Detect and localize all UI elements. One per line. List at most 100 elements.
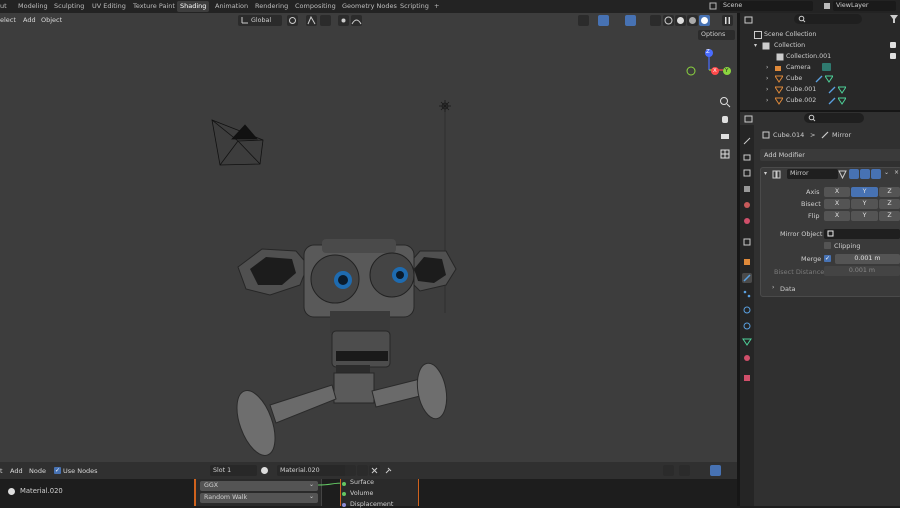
node-editor-canvas[interactable]: Material.020 GGX ⌄ Random Walk ⌄ Surface… — [0, 479, 740, 508]
options-dropdown[interactable]: Options — [698, 30, 735, 40]
expand-arrow-icon[interactable]: › — [766, 73, 768, 84]
viewport-display-icon[interactable] — [860, 169, 870, 179]
snap-toggle-icon[interactable] — [663, 465, 674, 476]
use-nodes-checkbox[interactable]: ✓ — [54, 467, 61, 474]
output-tab-icon[interactable] — [742, 168, 752, 178]
editor-type-icon[interactable] — [744, 15, 758, 27]
pause-render-icon[interactable] — [722, 15, 733, 26]
bisect-z-toggle[interactable]: Z — [879, 199, 900, 209]
3d-viewport[interactable] — [0, 13, 737, 462]
expand-arrow-icon[interactable]: › — [766, 84, 768, 95]
flip-z-toggle[interactable]: Z — [879, 211, 900, 221]
tab-uv-editing[interactable]: UV Editing — [89, 1, 129, 12]
distribution-dropdown[interactable]: GGX — [200, 481, 318, 491]
tab-geometry-nodes[interactable]: Geometry Nodes — [339, 1, 400, 12]
zoom-icon[interactable] — [719, 96, 731, 108]
constraints-tab-icon[interactable] — [742, 321, 752, 331]
tab-shading[interactable]: Shading — [177, 1, 210, 12]
area-divider[interactable] — [737, 479, 740, 506]
visibility-checkbox[interactable] — [890, 42, 896, 48]
outliner-row-cube-002[interactable]: › Cube.002 — [740, 95, 900, 106]
tab-rendering[interactable]: Rendering — [252, 1, 291, 12]
scene-selector[interactable]: Scene — [720, 1, 813, 11]
outliner-row-cube-001[interactable]: › Cube.001 — [740, 84, 900, 95]
unlink-material-icon[interactable] — [369, 465, 380, 476]
add-modifier-button[interactable]: Add Modifier — [760, 149, 900, 161]
add-workspace-button[interactable]: + — [431, 1, 442, 12]
object-menu[interactable]: Object — [41, 16, 62, 24]
expand-arrow-icon[interactable]: ▾ — [754, 40, 757, 51]
scene-tab-icon[interactable] — [742, 200, 752, 210]
texture-tab-icon[interactable] — [742, 373, 752, 383]
clipping-checkbox[interactable] — [824, 242, 831, 249]
expand-arrow-icon[interactable]: › — [772, 284, 774, 291]
collapse-arrow-icon[interactable]: ▾ — [764, 170, 767, 177]
bisect-x-toggle[interactable]: X — [824, 199, 850, 209]
new-material-icon[interactable] — [357, 465, 368, 476]
tab-layout[interactable]: ut — [0, 1, 10, 12]
bisect-distance-field[interactable]: 0.001 m — [824, 266, 900, 276]
material-name-field[interactable]: Material.020 — [277, 465, 346, 476]
volume-socket[interactable] — [342, 492, 346, 496]
add-menu[interactable]: Add — [23, 16, 36, 24]
collection-tab-icon[interactable] — [742, 237, 752, 247]
visibility-checkbox[interactable] — [890, 53, 896, 59]
tab-animation[interactable]: Animation — [212, 1, 251, 12]
merge-distance-field[interactable]: 0.001 m — [835, 254, 900, 264]
world-tab-icon[interactable] — [742, 216, 752, 226]
tab-sculpting[interactable]: Sculpting — [51, 1, 87, 12]
tab-scripting[interactable]: Scripting — [397, 1, 432, 12]
outliner-search-input[interactable] — [794, 14, 862, 24]
outliner-row-camera[interactable]: › Camera — [740, 62, 900, 73]
transform-orientation-dropdown[interactable]: Global — [238, 15, 282, 26]
data-subpanel-label[interactable]: Data — [780, 285, 796, 293]
remove-modifier-icon[interactable]: × — [894, 169, 899, 176]
data-tab-icon[interactable] — [742, 337, 752, 347]
gizmo-toggle-icon[interactable] — [598, 15, 609, 26]
axis-y-toggle[interactable]: Y — [851, 187, 878, 197]
render-display-icon[interactable] — [871, 169, 881, 179]
tab-modeling[interactable]: Modeling — [15, 1, 51, 12]
tab-compositing[interactable]: Compositing — [292, 1, 339, 12]
edit-mode-cage-icon[interactable] — [838, 170, 847, 181]
add-menu[interactable]: Add — [10, 467, 23, 475]
view-layer-tab-icon[interactable] — [742, 184, 752, 194]
properties-search-input[interactable] — [804, 113, 864, 123]
bisect-y-toggle[interactable]: Y — [851, 199, 878, 209]
view-object-types-icon[interactable] — [578, 15, 589, 26]
view-menu[interactable]: t — [0, 467, 3, 475]
filter-icon[interactable] — [890, 15, 898, 25]
snap-icon[interactable] — [306, 15, 317, 26]
outliner-row-cube[interactable]: › Cube — [740, 73, 900, 84]
falloff-icon[interactable] — [351, 15, 362, 26]
tool-tab-icon[interactable] — [742, 136, 752, 146]
perspective-grid-icon[interactable] — [719, 148, 731, 160]
camera-view-icon[interactable] — [719, 130, 731, 142]
snap-settings-icon[interactable] — [320, 15, 331, 26]
expand-arrow-icon[interactable]: › — [766, 95, 768, 106]
tab-texture-paint[interactable]: Texture Paint — [130, 1, 178, 12]
slot-dropdown[interactable]: Slot 1 — [210, 465, 257, 476]
material-shading-icon[interactable] — [687, 15, 698, 26]
mirror-object-field[interactable] — [824, 229, 900, 239]
mesh-data-icon[interactable] — [837, 97, 847, 109]
navigation-gizmo[interactable] — [685, 46, 735, 86]
pivot-icon[interactable] — [287, 15, 298, 26]
outliner-row-collection[interactable]: ▾ Collection — [740, 40, 900, 51]
outliner-row-scene-collection[interactable]: Scene Collection — [740, 29, 900, 40]
camera-data-icon[interactable] — [822, 63, 831, 71]
modifier-tab-icon[interactable] — [742, 273, 752, 283]
rendered-shading-icon[interactable] — [699, 15, 710, 26]
edit-mode-icon[interactable] — [849, 169, 859, 179]
xray-toggle-icon[interactable] — [650, 15, 661, 26]
displacement-socket[interactable] — [342, 503, 346, 507]
view-layer-selector[interactable]: ViewLayer — [833, 1, 896, 11]
modifier-name-input[interactable]: Mirror — [787, 169, 838, 179]
merge-checkbox[interactable]: ✓ — [824, 255, 831, 262]
node-overlays-icon[interactable] — [710, 465, 721, 476]
wireframe-shading-icon[interactable] — [663, 15, 674, 26]
overlay-icon[interactable] — [679, 465, 690, 476]
proportional-edit-icon[interactable] — [338, 15, 349, 26]
material-browse-icon[interactable] — [260, 466, 274, 477]
physics-tab-icon[interactable] — [742, 305, 752, 315]
